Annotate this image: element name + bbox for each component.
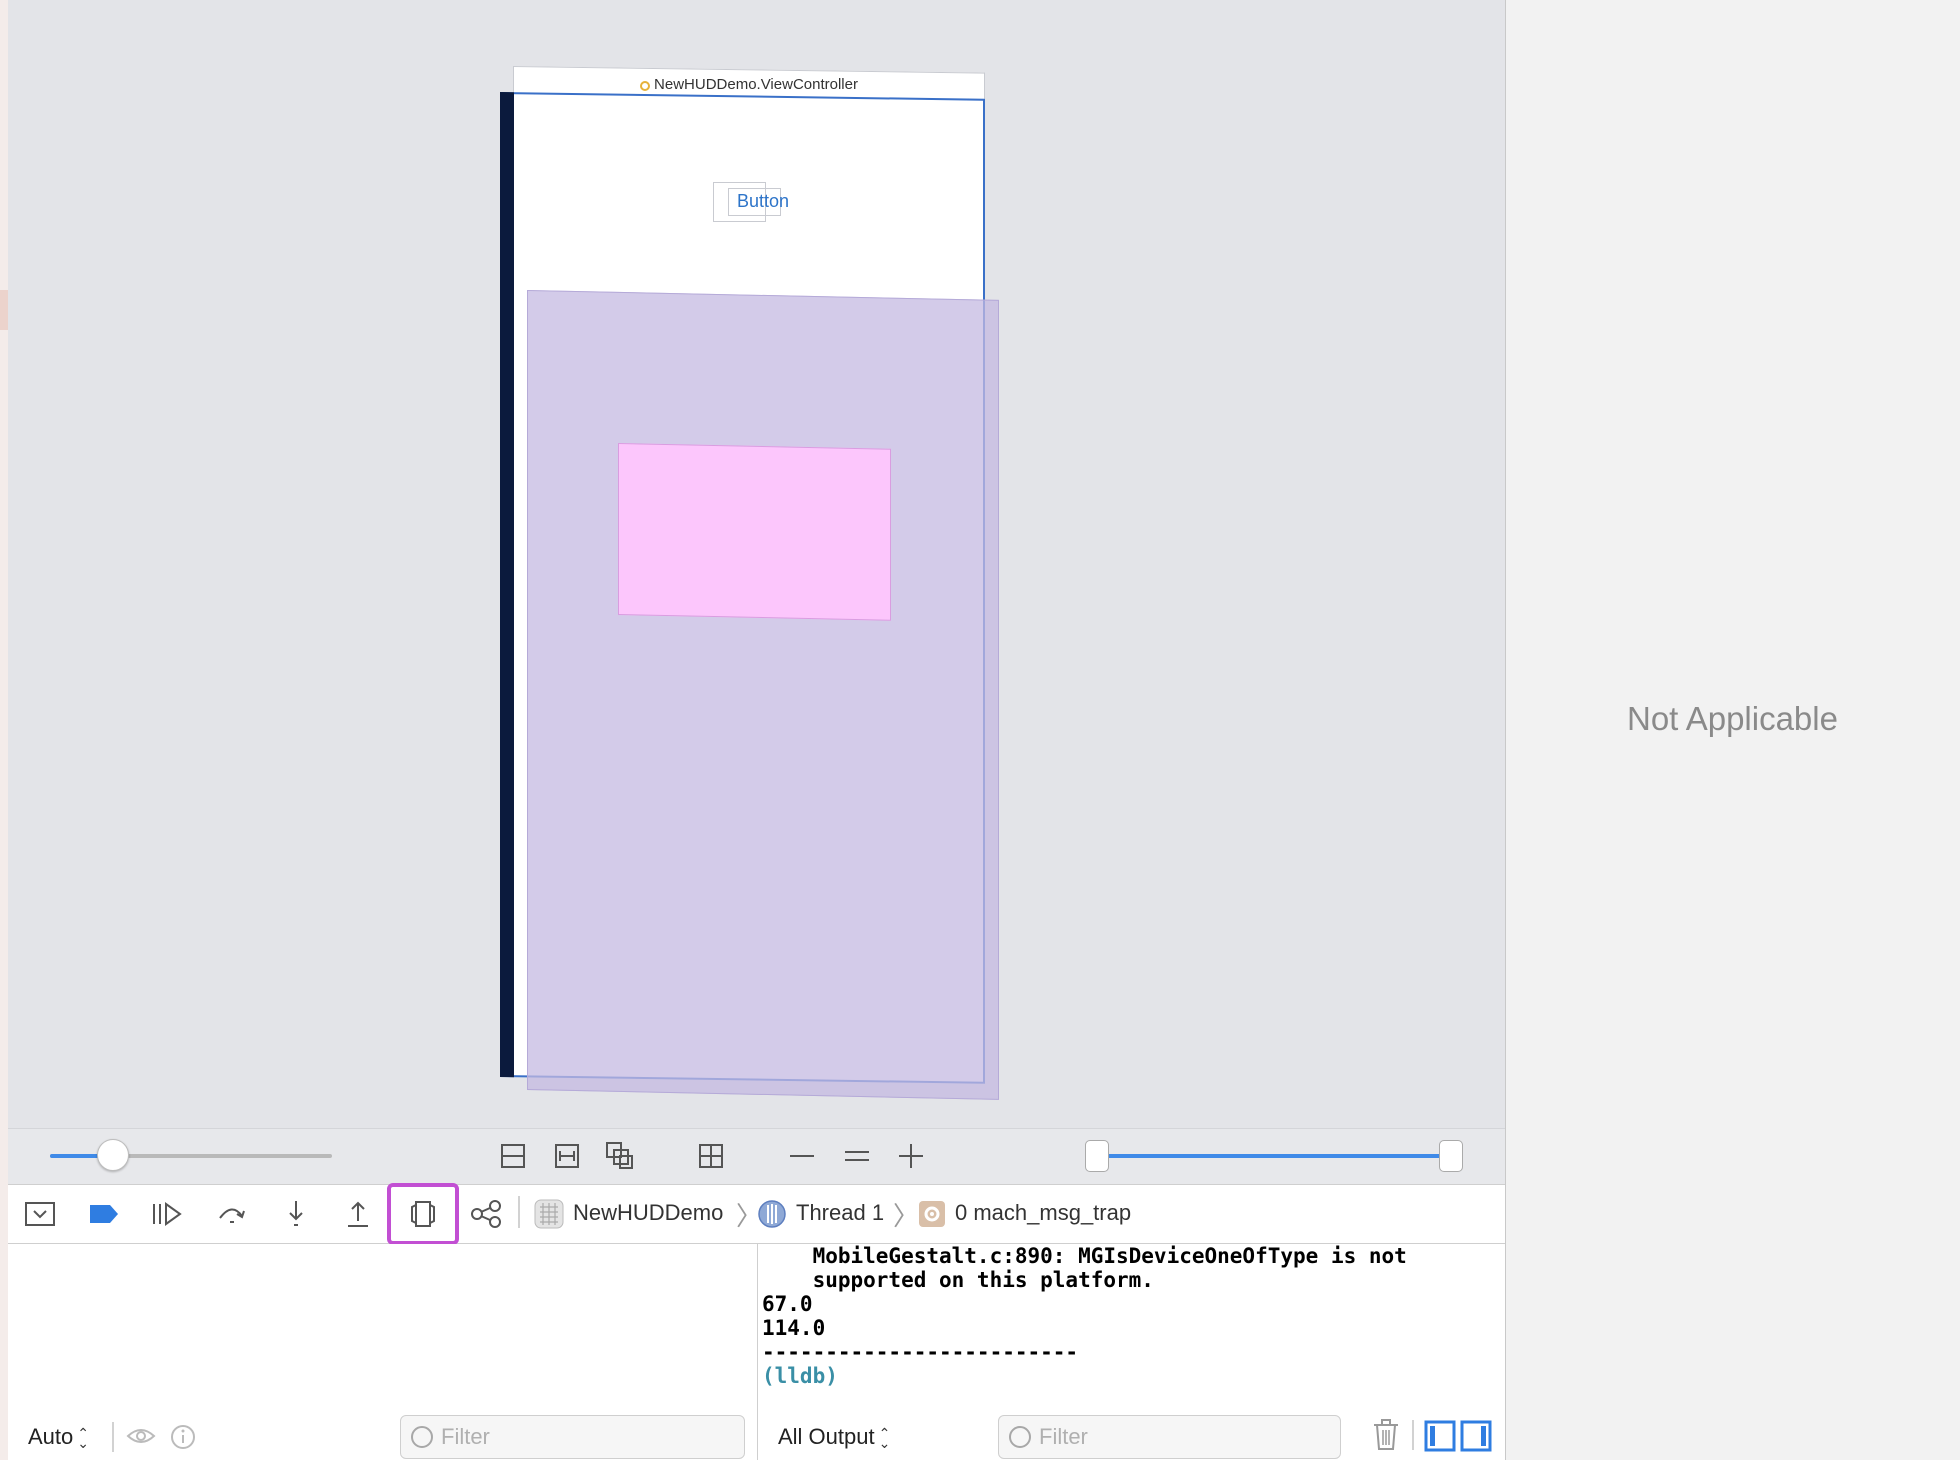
frames-icon[interactable] [550, 1139, 584, 1173]
breadcrumb-app[interactable]: NewHUDDemo [573, 1200, 723, 1226]
console-output-value: All Output [778, 1424, 875, 1449]
memory-graph-icon[interactable] [465, 1192, 509, 1236]
console-filter-placeholder: Filter [1039, 1424, 1088, 1449]
hide-debug-area-icon[interactable] [18, 1192, 62, 1236]
actual-size-icon[interactable] [840, 1139, 874, 1173]
zoom-in-icon[interactable] [894, 1139, 928, 1173]
console-output-select[interactable]: All Output ⌃ ⌄ [778, 1424, 890, 1450]
zoom-out-icon[interactable] [785, 1139, 819, 1173]
breadcrumb-thread[interactable]: Thread 1 [796, 1200, 884, 1226]
range-slider-track[interactable] [1096, 1154, 1450, 1158]
thread-icon [757, 1199, 787, 1229]
range-slider-min-handle[interactable] [1085, 1140, 1109, 1172]
updown-chevron-icon: ⌃ ⌄ [878, 1425, 891, 1452]
continue-icon[interactable] [145, 1192, 189, 1236]
view-controller-title-text: NewHUDDemo.ViewController [654, 76, 858, 93]
window-layer-edge [500, 92, 514, 1078]
toolbar-divider [518, 1196, 520, 1228]
updown-chevron-icon: ⌃ ⌄ [77, 1425, 89, 1452]
step-out-icon[interactable] [336, 1192, 380, 1236]
console-line: MobileGestalt.c:890: MGIsDeviceOneOfType… [762, 1244, 1407, 1268]
range-slider-max-handle[interactable] [1439, 1140, 1463, 1172]
breadcrumb-separator-icon: 〉 [893, 1201, 920, 1231]
breadcrumb-frame[interactable]: 0 mach_msg_trap [955, 1200, 1131, 1226]
wireframe-contents-icon[interactable] [603, 1139, 637, 1173]
button-label: Button [736, 191, 790, 211]
hud-background-layer[interactable] [527, 290, 999, 1100]
variables-scope-select[interactable]: Auto ⌃ ⌄ [28, 1424, 89, 1450]
scope-divider [112, 1422, 114, 1452]
filter-icon [1009, 1426, 1031, 1448]
lldb-prompt[interactable]: (lldb) [762, 1364, 1407, 1388]
app-icon [534, 1199, 564, 1229]
hud-content-layer[interactable] [618, 443, 891, 621]
variables-filter-field[interactable]: Filter [400, 1415, 745, 1459]
orient-grid-icon[interactable] [694, 1139, 728, 1173]
show-console-pane-icon[interactable] [1460, 1420, 1494, 1452]
console-divider [1412, 1420, 1414, 1450]
clipped-content-icon[interactable] [496, 1139, 530, 1173]
filter-icon [411, 1426, 433, 1448]
spacing-slider-knob[interactable] [97, 1139, 129, 1171]
console-line: 67.0 [762, 1292, 813, 1316]
step-into-icon[interactable] [274, 1192, 318, 1236]
view-controller-title: NewHUDDemo.ViewController [513, 76, 985, 93]
console-line: 114.0 [762, 1316, 826, 1340]
inspector-placeholder: Not Applicable [1627, 700, 1838, 737]
eye-icon[interactable] [126, 1424, 156, 1448]
console-output: MobileGestalt.c:890: MGIsDeviceOneOfType… [762, 1244, 1407, 1388]
variables-filter-placeholder: Filter [441, 1424, 490, 1449]
console-filter-field[interactable]: Filter [998, 1415, 1341, 1459]
left-edge-mark [0, 290, 8, 330]
variables-scope-value: Auto [28, 1424, 74, 1449]
console-line: supported on this platform. [762, 1268, 1154, 1292]
view-hierarchy-highlight [387, 1183, 459, 1245]
show-variables-pane-icon[interactable] [1424, 1420, 1458, 1452]
info-icon[interactable] [170, 1424, 196, 1450]
step-over-icon[interactable] [210, 1192, 254, 1236]
console-line: ------------------------- [762, 1340, 1079, 1364]
trash-icon[interactable] [1372, 1418, 1400, 1452]
breakpoints-toggle-icon[interactable] [82, 1192, 126, 1236]
view-controller-icon [640, 81, 651, 91]
left-edge [0, 0, 8, 1460]
stack-frame-icon [918, 1200, 946, 1228]
